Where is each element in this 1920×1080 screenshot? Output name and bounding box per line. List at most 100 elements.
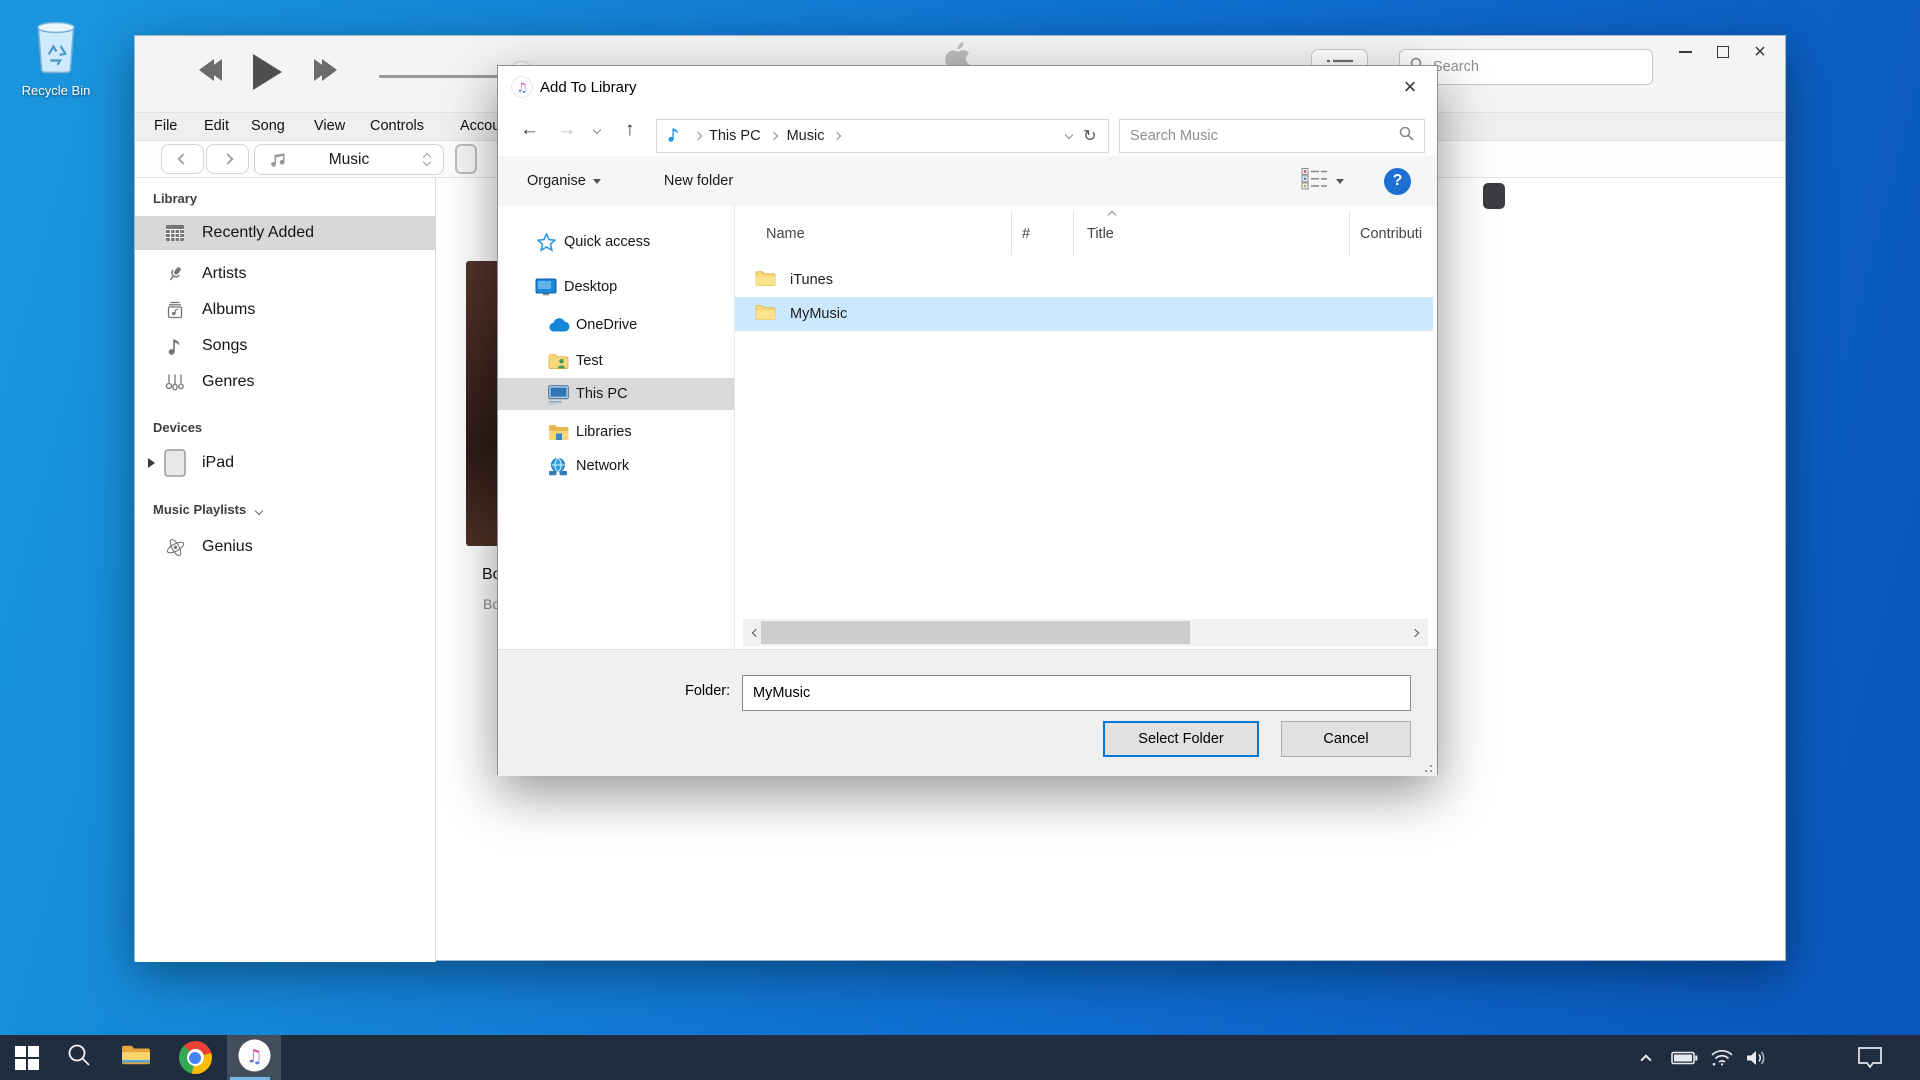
itunes-sidebar: Library Recently Added Artists Albums <box>135 178 436 962</box>
nav-item-quick-access[interactable]: Quick access <box>498 226 734 258</box>
disclosure-icon[interactable] <box>148 458 155 468</box>
volume-icon[interactable] <box>1740 1035 1774 1080</box>
nav-history-chevron-icon[interactable] <box>593 126 601 134</box>
dropdown-caret-icon <box>593 179 601 184</box>
view-caret-icon <box>1336 179 1344 184</box>
action-center-icon[interactable] <box>1850 1035 1890 1080</box>
address-controls: ↻ <box>1054 119 1109 153</box>
device-button[interactable] <box>455 144 477 174</box>
play-button[interactable] <box>253 54 282 95</box>
sidebar-item-artists[interactable]: Artists <box>135 257 436 291</box>
recycle-bin[interactable]: Recycle Bin <box>18 14 94 98</box>
sidebar-item-ipad[interactable]: iPad <box>135 446 436 480</box>
column-contributing[interactable]: Contributi <box>1360 226 1422 242</box>
taskbar-file-explorer-button[interactable] <box>112 1035 160 1080</box>
battery-icon[interactable] <box>1666 1035 1702 1080</box>
media-picker[interactable]: Music <box>254 144 444 175</box>
folder-name-input[interactable] <box>742 675 1411 711</box>
address-dropdown-icon[interactable] <box>1064 130 1072 138</box>
content-peek-icon <box>1483 183 1505 209</box>
ipad-icon <box>163 449 187 477</box>
dialog-search-box[interactable] <box>1119 119 1425 153</box>
nav-forward-icon[interactable]: → <box>557 119 576 141</box>
tray-expand-button[interactable] <box>1632 1035 1660 1080</box>
search-icon <box>66 1042 92 1073</box>
sidebar-item-recently-added[interactable]: Recently Added <box>135 216 436 250</box>
breadcrumb-this-pc[interactable]: This PC <box>709 128 761 144</box>
dialog-search-input[interactable] <box>1130 128 1393 144</box>
nav-back-icon[interactable]: ← <box>520 119 539 141</box>
media-picker-value: Music <box>255 151 443 169</box>
help-button[interactable]: ? <box>1384 168 1411 195</box>
column-title[interactable]: Title <box>1087 226 1114 242</box>
refresh-icon[interactable]: ↻ <box>1083 126 1096 146</box>
nav-item-this-pc[interactable]: This PC <box>498 378 734 410</box>
nav-item-libraries[interactable]: Libraries <box>498 416 734 448</box>
nav-item-desktop[interactable]: Desktop <box>498 271 734 303</box>
dialog-title: Add To Library <box>540 79 636 96</box>
new-folder-button[interactable]: New folder <box>664 173 733 189</box>
sort-ascending-icon <box>1108 211 1116 219</box>
resize-grip[interactable] <box>1420 760 1432 772</box>
sidebar-item-genius[interactable]: Genius <box>135 530 436 564</box>
libraries-icon <box>545 424 571 441</box>
folder-label: Folder: <box>685 683 730 699</box>
file-row-mymusic[interactable]: MyMusic <box>735 297 1433 331</box>
cloud-icon <box>545 318 571 333</box>
sidebar-header-devices: Devices <box>153 420 202 435</box>
organise-menu[interactable]: Organise <box>527 173 601 189</box>
itunes-search-input[interactable] <box>1433 59 1642 75</box>
breadcrumb-music[interactable]: Music <box>787 128 825 144</box>
column-number[interactable]: # <box>1022 226 1030 242</box>
menu-edit[interactable]: Edit <box>204 118 229 134</box>
nav-up-icon[interactable]: ↑ <box>625 119 635 141</box>
recently-added-icon <box>163 224 187 242</box>
taskbar-search-button[interactable] <box>55 1035 103 1080</box>
file-row-itunes[interactable]: iTunes <box>735 263 1433 297</box>
minimize-button[interactable] <box>1673 41 1697 63</box>
svg-text:♫: ♫ <box>246 1046 263 1067</box>
back-button[interactable] <box>161 144 204 174</box>
collapse-chevron-icon[interactable] <box>255 507 263 515</box>
windows-logo-icon <box>15 1046 39 1070</box>
horizontal-scrollbar[interactable] <box>743 619 1428 646</box>
rewind-button[interactable] <box>199 59 222 86</box>
taskbar: ♫ <box>0 1035 1920 1080</box>
wifi-icon[interactable] <box>1705 1035 1739 1080</box>
address-bar[interactable]: This PC Music <box>656 119 1109 153</box>
start-button[interactable] <box>3 1035 51 1080</box>
scrollbar-thumb[interactable] <box>761 621 1190 644</box>
genres-icon <box>163 373 187 392</box>
dialog-close-button[interactable]: × <box>1395 72 1425 102</box>
albums-icon <box>163 301 187 319</box>
chrome-icon <box>179 1041 212 1074</box>
dialog-address-row: ← → ↑ This PC Music ↻ <box>498 109 1437 156</box>
nav-item-network[interactable]: Network <box>498 450 734 482</box>
picker-chevrons-icon <box>424 151 430 165</box>
menu-file[interactable]: File <box>154 118 177 134</box>
maximize-button[interactable] <box>1711 41 1735 63</box>
close-button[interactable]: × <box>1748 41 1772 63</box>
sidebar-item-genres[interactable]: Genres <box>135 365 436 399</box>
forward-button[interactable] <box>206 144 249 174</box>
menu-view[interactable]: View <box>314 118 345 134</box>
scroll-right-button[interactable] <box>1402 619 1428 646</box>
column-name[interactable]: Name <box>766 226 805 242</box>
change-view-button[interactable] <box>1301 167 1344 195</box>
menu-song[interactable]: Song <box>251 118 285 134</box>
sidebar-header-music-playlists: Music Playlists <box>153 502 262 517</box>
menu-controls[interactable]: Controls <box>370 118 424 134</box>
taskbar-itunes-button[interactable]: ♫ <box>227 1035 281 1080</box>
folder-icon <box>755 270 776 291</box>
music-location-icon <box>667 126 681 147</box>
sidebar-item-albums[interactable]: Albums <box>135 293 436 327</box>
star-icon <box>533 233 559 252</box>
fast-forward-button[interactable] <box>314 59 337 86</box>
sidebar-item-songs[interactable]: Songs <box>135 329 436 363</box>
recycle-bin-icon <box>30 61 82 78</box>
nav-item-test[interactable]: Test <box>498 345 734 377</box>
taskbar-chrome-button[interactable] <box>171 1035 219 1080</box>
select-folder-button[interactable]: Select Folder <box>1103 721 1259 757</box>
nav-item-onedrive[interactable]: OneDrive <box>498 309 734 341</box>
cancel-button[interactable]: Cancel <box>1281 721 1411 757</box>
